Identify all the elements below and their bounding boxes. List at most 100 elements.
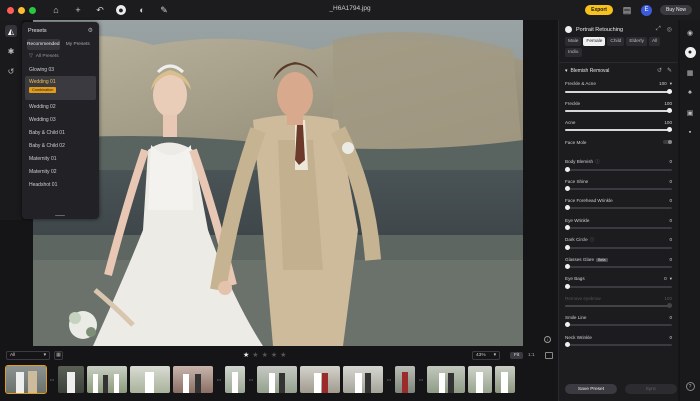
tab-recommended[interactable]: Recommended — [27, 39, 60, 50]
slider-value[interactable]: 0 — [669, 179, 672, 184]
preset-item-selected[interactable]: Wedding 01 Combination — [25, 76, 96, 100]
presets-settings-icon[interactable]: ⚙ — [88, 27, 93, 34]
slider-knob[interactable] — [565, 245, 570, 250]
actual-size-button[interactable]: 1:1 — [528, 353, 535, 358]
slider-track[interactable] — [565, 127, 672, 132]
minimize-window-button[interactable] — [18, 6, 25, 14]
slider-track[interactable] — [565, 107, 672, 113]
star-icon[interactable]: ★ — [262, 351, 268, 359]
slider-value[interactable]: 100 — [659, 81, 667, 86]
slider-knob[interactable] — [667, 127, 672, 132]
thumbnail[interactable] — [87, 365, 127, 393]
plus-icon[interactable]: + — [72, 4, 84, 16]
close-window-button[interactable] — [7, 6, 14, 14]
thumbnail[interactable] — [343, 365, 383, 393]
zoom-window-button[interactable] — [29, 6, 36, 14]
fit-button[interactable]: Fit — [510, 351, 524, 359]
blemish-removal-header[interactable]: ▾ Blemish Removal ↺ ✎ — [559, 62, 678, 78]
thumbnail[interactable] — [58, 365, 84, 393]
face-mole-toggle[interactable] — [663, 139, 672, 144]
slider-track[interactable] — [565, 89, 672, 94]
preset-item[interactable]: Baby & Child 01 — [22, 126, 99, 139]
clothing-icon[interactable]: ♠ — [685, 87, 696, 98]
slider-track[interactable] — [565, 284, 672, 289]
slider-knob[interactable] — [565, 263, 570, 269]
buy-now-button[interactable]: Buy Now — [659, 5, 692, 15]
thumbnail[interactable] — [173, 365, 213, 393]
slider-value[interactable]: 0 — [669, 198, 672, 203]
slider-value[interactable]: 100 — [664, 101, 672, 106]
thumbnail[interactable] — [395, 365, 415, 393]
chevron-down-icon[interactable]: ▾ — [670, 276, 672, 281]
thumbnail[interactable] — [427, 365, 465, 393]
export-button[interactable]: Export — [585, 5, 613, 15]
compare-icon[interactable] — [545, 351, 553, 359]
portrait-icon[interactable]: ● — [684, 47, 696, 58]
slider-value[interactable]: 100 — [664, 120, 672, 125]
info-icon[interactable]: ⓘ — [595, 159, 600, 164]
camera-icon[interactable]: ▪ — [685, 127, 696, 138]
help-icon[interactable]: ? — [685, 382, 695, 391]
history-icon[interactable]: ↺ — [5, 65, 17, 77]
thumbnail-selected[interactable] — [5, 364, 47, 394]
presets-icon[interactable]: ◭ — [5, 25, 17, 37]
eye-icon[interactable]: ◉ — [685, 27, 696, 38]
star-icon[interactable]: ★ — [252, 351, 258, 359]
slider-knob[interactable] — [565, 167, 570, 172]
expand-icon[interactable]: ⤢ — [656, 26, 661, 33]
slider-value[interactable]: 100 — [664, 296, 672, 301]
save-preset-button[interactable]: Save Preset — [565, 384, 617, 394]
sidebar-toggle-icon[interactable]: ▤ — [621, 4, 633, 16]
undo-icon[interactable]: ↶ — [94, 4, 106, 16]
slider-track[interactable] — [565, 205, 672, 210]
slider-track[interactable] — [565, 185, 672, 191]
slider-track[interactable] — [565, 302, 672, 308]
tab-female[interactable]: Female — [583, 37, 606, 46]
preset-item[interactable]: Wedding 03 — [22, 113, 99, 126]
info-icon[interactable]: i — [544, 336, 551, 343]
thumbnail[interactable] — [225, 365, 245, 393]
zoom-select[interactable]: 43% ▾ — [472, 350, 500, 360]
thumbnail[interactable] — [468, 365, 492, 393]
chevron-down-icon[interactable]: ▾ — [670, 81, 672, 86]
edit-icon[interactable]: ✎ — [667, 67, 672, 74]
slider-value[interactable]: 0 — [669, 335, 672, 340]
slider-knob[interactable] — [667, 302, 672, 308]
slider-value[interactable]: 0 — [669, 237, 672, 242]
face-select-icon[interactable]: ◎ — [667, 26, 672, 33]
thumbnail[interactable] — [257, 365, 297, 393]
slider-track[interactable] — [565, 245, 672, 250]
portrait-tool-icon[interactable]: ● — [116, 5, 126, 15]
preset-item[interactable]: Maternity 02 — [22, 165, 99, 178]
slider-track[interactable] — [565, 224, 672, 230]
photo-canvas[interactable] — [33, 20, 523, 346]
slider-knob[interactable] — [565, 284, 570, 289]
slider-value[interactable]: 0 — [669, 159, 672, 164]
thumbnail[interactable] — [300, 365, 340, 393]
adjust-icon[interactable]: ▦ — [685, 67, 696, 78]
grid-view-icon[interactable]: ▦ — [54, 350, 63, 360]
home-icon[interactable]: ⌂ — [50, 4, 62, 16]
slider-knob[interactable] — [667, 89, 672, 94]
tab-male[interactable]: Male — [565, 37, 582, 46]
tab-individual[interactable]: Indiv. — [565, 48, 583, 57]
filter-select[interactable]: All ▾ — [6, 350, 50, 360]
info-icon[interactable]: ⓘ — [590, 237, 595, 242]
slider-track[interactable] — [565, 322, 672, 327]
tab-elderly[interactable]: Elderly — [626, 37, 648, 46]
avatar[interactable]: E — [640, 4, 652, 16]
preset-item[interactable]: Wedding 02 — [22, 100, 99, 113]
slider-knob[interactable] — [667, 107, 672, 113]
star-icon[interactable]: ★ — [280, 351, 286, 359]
slider-knob[interactable] — [565, 322, 570, 327]
slider-knob[interactable] — [565, 205, 570, 210]
reset-icon[interactable]: ↺ — [657, 67, 662, 74]
slider-track[interactable] — [565, 167, 672, 172]
slider-knob[interactable] — [565, 341, 570, 347]
tab-my-presets[interactable]: My Presets — [62, 39, 94, 50]
settings-icon[interactable]: ✱ — [5, 45, 17, 57]
tab-all[interactable]: All — [649, 37, 661, 46]
mask-icon[interactable]: ◐ — [136, 4, 148, 16]
preset-item[interactable]: Glowing 03 — [22, 63, 99, 76]
sync-button[interactable]: Sync — [625, 384, 677, 394]
